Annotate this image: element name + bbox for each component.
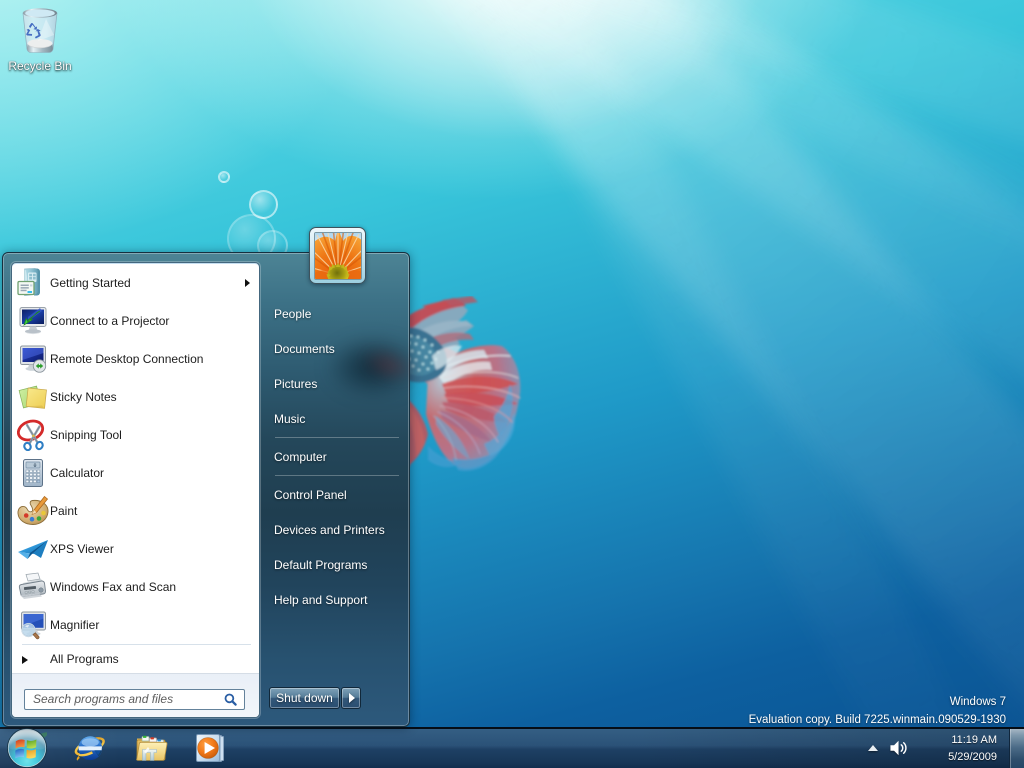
svg-text:0: 0	[33, 463, 36, 469]
